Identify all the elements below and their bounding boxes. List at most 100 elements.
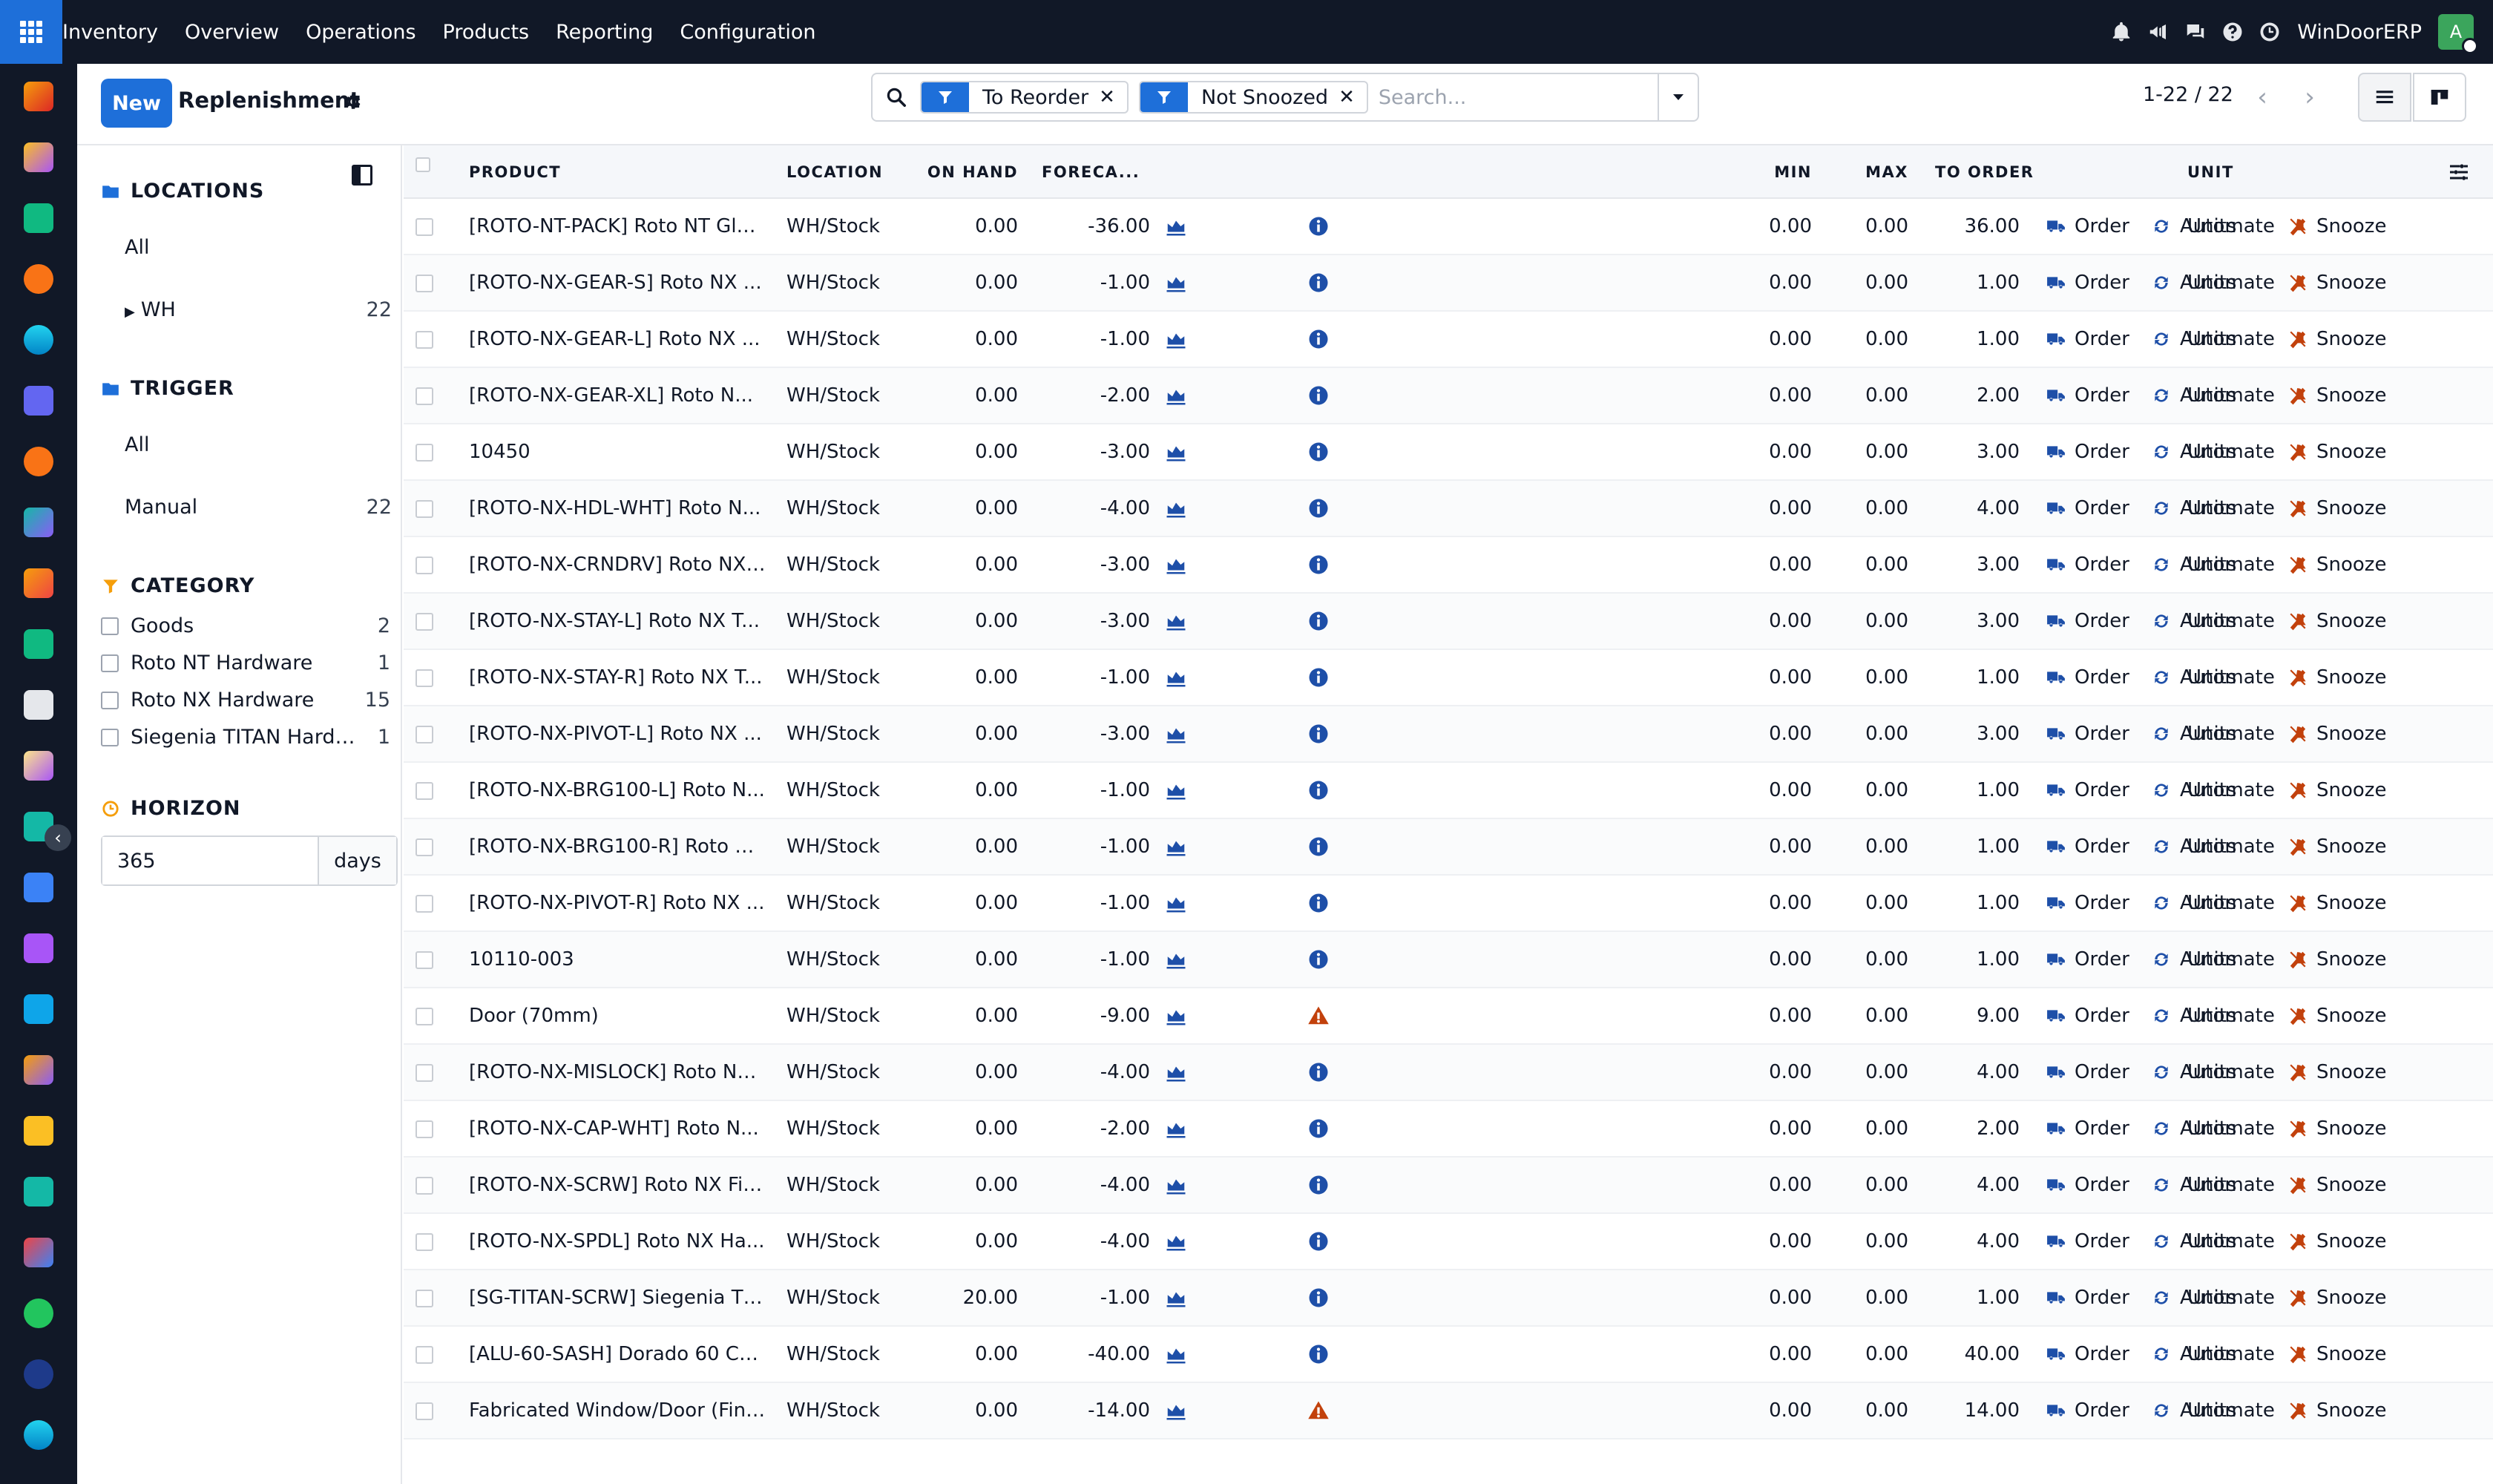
cell-max[interactable]: 0.00 [1836, 199, 1908, 254]
automate-button[interactable]: Automate [2152, 932, 2275, 987]
cell-max[interactable]: 0.00 [1836, 481, 1908, 536]
row-checkbox[interactable] [416, 444, 433, 462]
row-checkbox[interactable] [416, 1120, 433, 1138]
facet-remove-icon[interactable]: ✕ [1339, 86, 1367, 108]
automate-button[interactable]: Automate [2152, 537, 2275, 592]
cell-max[interactable]: 0.00 [1836, 312, 1908, 367]
table-row[interactable]: [ROTO-NX-BRG100-L] Roto N... WH/Stock 0.00… [404, 763, 2493, 819]
category-checkbox[interactable] [101, 617, 119, 635]
row-checkbox[interactable] [416, 669, 433, 687]
order-button[interactable]: Order [2046, 1214, 2129, 1269]
column-on-hand[interactable]: ON HAND [923, 145, 1018, 199]
cell-min[interactable]: 0.00 [1739, 594, 1812, 649]
snooze-button[interactable]: Snooze [2288, 819, 2386, 874]
table-row[interactable]: [ROTO-NT-PACK] Roto NT Gla... WH/Stock 0.0… [404, 199, 2493, 255]
table-row[interactable]: [ROTO-NX-PIVOT-L] Roto NX ... WH/Stock 0.0… [404, 706, 2493, 763]
table-row[interactable]: [ROTO-NX-GEAR-S] Roto NX ... WH/Stock 0.00… [404, 255, 2493, 312]
info-icon[interactable] [1307, 892, 1330, 914]
cell-max[interactable]: 0.00 [1836, 988, 1908, 1043]
cell-min[interactable]: 0.00 [1739, 650, 1812, 705]
apps-store-icon[interactable] [24, 690, 53, 720]
info-icon[interactable] [1307, 835, 1330, 858]
forecast-graph-icon[interactable] [1165, 892, 1187, 914]
forecast-graph-icon[interactable] [1165, 1287, 1187, 1309]
table-row[interactable]: [ROTO-NX-MISLOCK] Roto NX... WH/Stock 0.00… [404, 1045, 2493, 1101]
info-icon[interactable] [1307, 384, 1330, 407]
info-icon[interactable] [1307, 1230, 1330, 1252]
automate-button[interactable]: Automate [2152, 481, 2275, 536]
table-row[interactable]: [ROTO-NX-CAP-WHT] Roto N... WH/Stock 0.00 -… [404, 1101, 2493, 1158]
search-options-toggle[interactable] [1658, 74, 1698, 120]
cell-min[interactable]: 0.00 [1739, 1327, 1812, 1382]
cell-product[interactable]: Fabricated Window/Door (Finis... [469, 1383, 766, 1438]
trigger-manual[interactable]: Manual 22 [125, 496, 392, 519]
menu-configuration[interactable]: Configuration [680, 21, 815, 44]
warning-icon[interactable] [1307, 1399, 1330, 1422]
order-button[interactable]: Order [2046, 819, 2129, 874]
automate-button[interactable]: Automate [2152, 988, 2275, 1043]
info-icon[interactable] [1307, 1117, 1330, 1140]
website-app-icon[interactable] [24, 325, 53, 355]
website-builder-app-icon[interactable] [24, 1420, 53, 1450]
automate-button[interactable]: Automate [2152, 199, 2275, 254]
cell-product[interactable]: [ROTO-NX-STAY-L] Roto NX T... [469, 594, 766, 649]
category-siegenia[interactable]: Siegenia TITAN Hardware 1 [101, 726, 390, 749]
order-button[interactable]: Order [2046, 763, 2129, 818]
sales-app-icon[interactable] [24, 568, 53, 598]
cell-min[interactable]: 0.00 [1739, 1383, 1812, 1438]
cell-min[interactable]: 0.00 [1739, 1214, 1812, 1269]
cell-min[interactable]: 0.00 [1739, 424, 1812, 479]
column-min[interactable]: MIN [1739, 145, 1812, 199]
cell-min[interactable]: 0.00 [1739, 819, 1812, 874]
cell-min[interactable]: 0.00 [1739, 481, 1812, 536]
snooze-button[interactable]: Snooze [2288, 481, 2386, 536]
chat-icon[interactable] [2178, 15, 2213, 49]
facet-remove-icon[interactable]: ✕ [1099, 86, 1127, 108]
snooze-button[interactable]: Snooze [2288, 424, 2386, 479]
cell-min[interactable]: 0.00 [1739, 932, 1812, 987]
column-location[interactable]: LOCATION [786, 145, 883, 199]
warning-icon[interactable] [1307, 1005, 1330, 1027]
category-checkbox[interactable] [101, 728, 119, 746]
cell-product[interactable]: [SG-TITAN-SCRW] Siegenia TI... [469, 1270, 766, 1325]
menu-reporting[interactable]: Reporting [556, 21, 653, 44]
table-row[interactable]: [ROTO-NX-CRNDRV] Roto NX ... WH/Stock 0.00… [404, 537, 2493, 594]
forecast-graph-icon[interactable] [1165, 328, 1187, 350]
table-row[interactable]: Fabricated Window/Door (Finis... WH/Stock… [404, 1383, 2493, 1439]
cell-min[interactable]: 0.00 [1739, 368, 1812, 423]
cell-max[interactable]: 0.00 [1836, 876, 1908, 930]
info-icon[interactable] [1307, 441, 1330, 463]
snooze-button[interactable]: Snooze [2288, 932, 2386, 987]
cell-to-order[interactable]: 1.00 [1932, 876, 2020, 930]
cell-max[interactable]: 0.00 [1836, 1158, 1908, 1212]
horizon-input[interactable] [102, 837, 319, 884]
cell-max[interactable]: 0.00 [1836, 1101, 1908, 1156]
cell-to-order[interactable]: 36.00 [1932, 199, 2020, 254]
livechat-app-icon[interactable] [24, 447, 53, 476]
automate-button[interactable]: Automate [2152, 424, 2275, 479]
cell-max[interactable]: 0.00 [1836, 706, 1908, 761]
automate-button[interactable]: Automate [2152, 1383, 2275, 1438]
forecast-graph-icon[interactable] [1165, 215, 1187, 237]
row-checkbox[interactable] [416, 838, 433, 856]
cell-product[interactable]: 10110-003 [469, 932, 766, 987]
cell-min[interactable]: 0.00 [1739, 988, 1812, 1043]
table-row[interactable]: [ROTO-NX-STAY-L] Roto NX T... WH/Stock 0.0… [404, 594, 2493, 650]
optional-columns-icon[interactable] [2447, 160, 2471, 184]
whatsapp-app-icon[interactable] [24, 1298, 53, 1328]
automate-button[interactable]: Automate [2152, 876, 2275, 930]
menu-inventory[interactable]: Inventory [62, 21, 158, 44]
table-row[interactable]: [ROTO-NX-SCRW] Roto NX Fix... WH/Stock 0.0… [404, 1158, 2493, 1214]
row-checkbox[interactable] [416, 951, 433, 969]
calendar-app-icon[interactable] [24, 1116, 53, 1146]
forecast-graph-icon[interactable] [1165, 1399, 1187, 1422]
order-button[interactable]: Order [2046, 594, 2129, 649]
forecast-graph-icon[interactable] [1165, 1061, 1187, 1083]
cell-to-order[interactable]: 2.00 [1932, 368, 2020, 423]
cell-max[interactable]: 0.00 [1836, 819, 1908, 874]
cell-max[interactable]: 0.00 [1836, 537, 1908, 592]
snooze-button[interactable]: Snooze [2288, 876, 2386, 930]
order-button[interactable]: Order [2046, 312, 2129, 367]
dashboards-app-icon[interactable] [24, 1238, 53, 1267]
snooze-button[interactable]: Snooze [2288, 763, 2386, 818]
